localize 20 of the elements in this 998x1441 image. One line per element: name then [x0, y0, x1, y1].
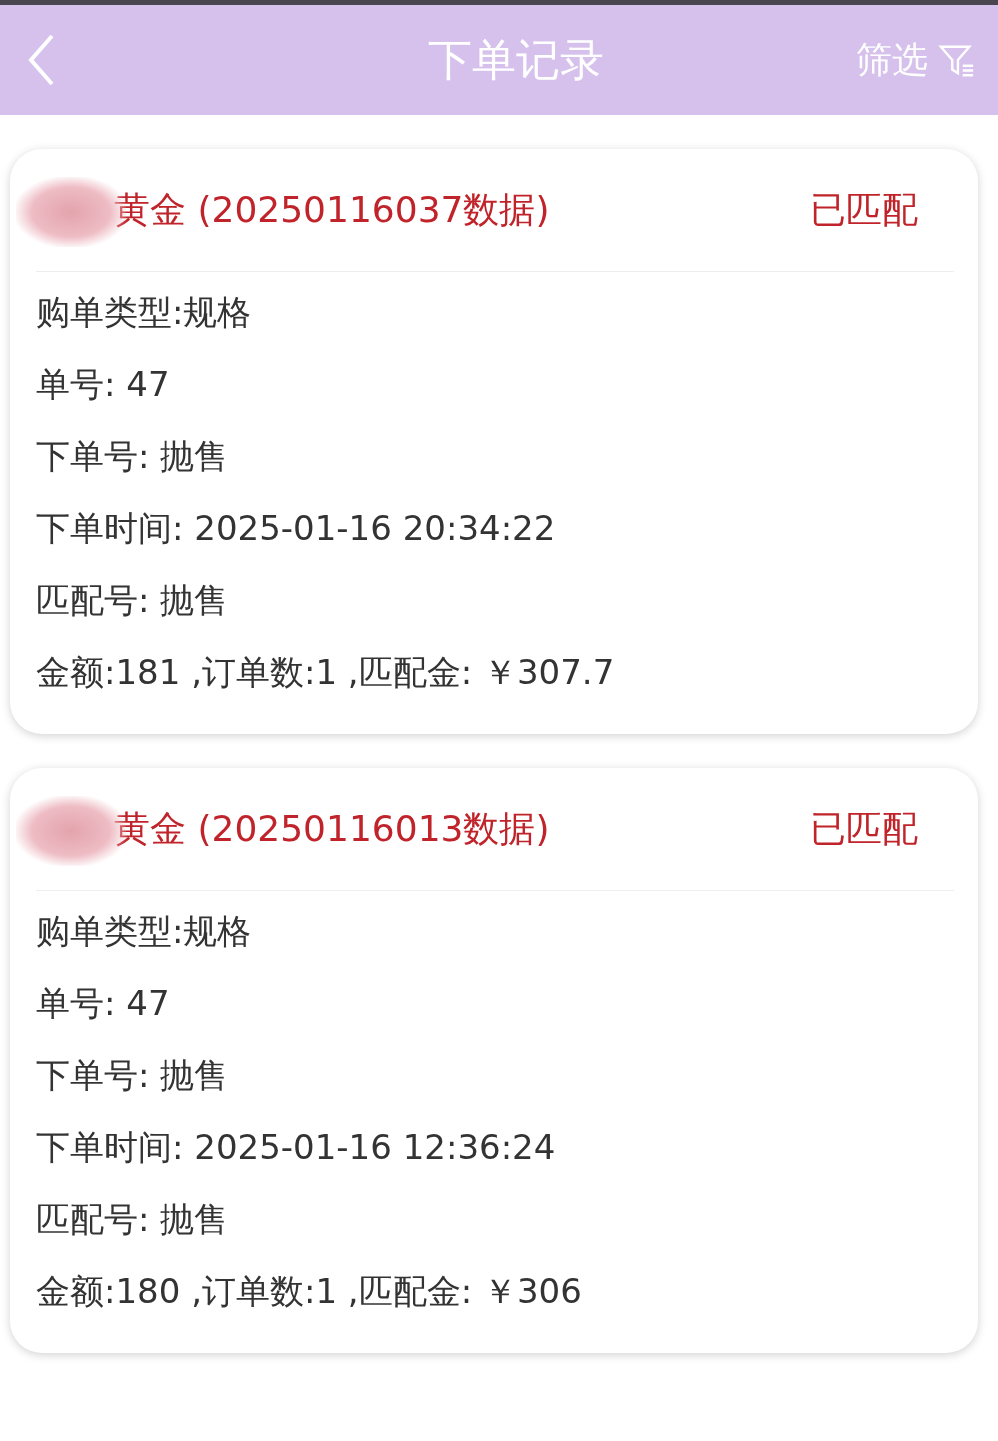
order-detail: 购单类型:规格	[36, 910, 253, 953]
order-detail: 金额:181 ,订单数:1 ,匹配金: ￥307.7	[36, 651, 616, 694]
order-status: 已匹配	[810, 187, 918, 232]
order-detail: 下单号: 抛售	[36, 1054, 230, 1097]
order-status: 已匹配	[810, 806, 918, 851]
order-detail: 单号: 47	[36, 982, 171, 1025]
order-detail: 匹配号: 抛售	[36, 579, 230, 622]
order-title: 黄金 (20250116037数据)	[114, 187, 551, 232]
order-detail: 下单号: 抛售	[36, 435, 230, 478]
order-detail: 下单时间: 2025-01-16 12:36:24	[36, 1126, 557, 1169]
order-detail: 单号: 47	[36, 363, 171, 406]
order-detail: 金额:180 ,订单数:1 ,匹配金: ￥306	[36, 1270, 583, 1313]
order-card[interactable]: 黄金 (20250116037数据) 已匹配 购单类型:规格 单号: 47 下单号: 抛售 下单时间: 2025-01-16 20:34:22 匹配号: 抛售 金额:181 ,订单数:1 ,匹配金: ￥307.7	[10, 149, 978, 734]
page-title: 下单记录	[428, 32, 604, 87]
order-title: 黄金 (20250116013数据)	[114, 806, 551, 851]
order-card[interactable]: 黄金 (20250116013数据) 已匹配 购单类型:规格 单号: 47 下单号: 抛售 下单时间: 2025-01-16 12:36:24 匹配号: 抛售 金额:180 ,订单数:1 ,匹配金: ￥306	[10, 768, 978, 1353]
order-detail: 下单时间: 2025-01-16 20:34:22	[36, 507, 557, 550]
back-icon[interactable]	[26, 33, 56, 87]
order-detail: 匹配号: 抛售	[36, 1198, 230, 1241]
order-detail: 购单类型:规格	[36, 291, 253, 334]
